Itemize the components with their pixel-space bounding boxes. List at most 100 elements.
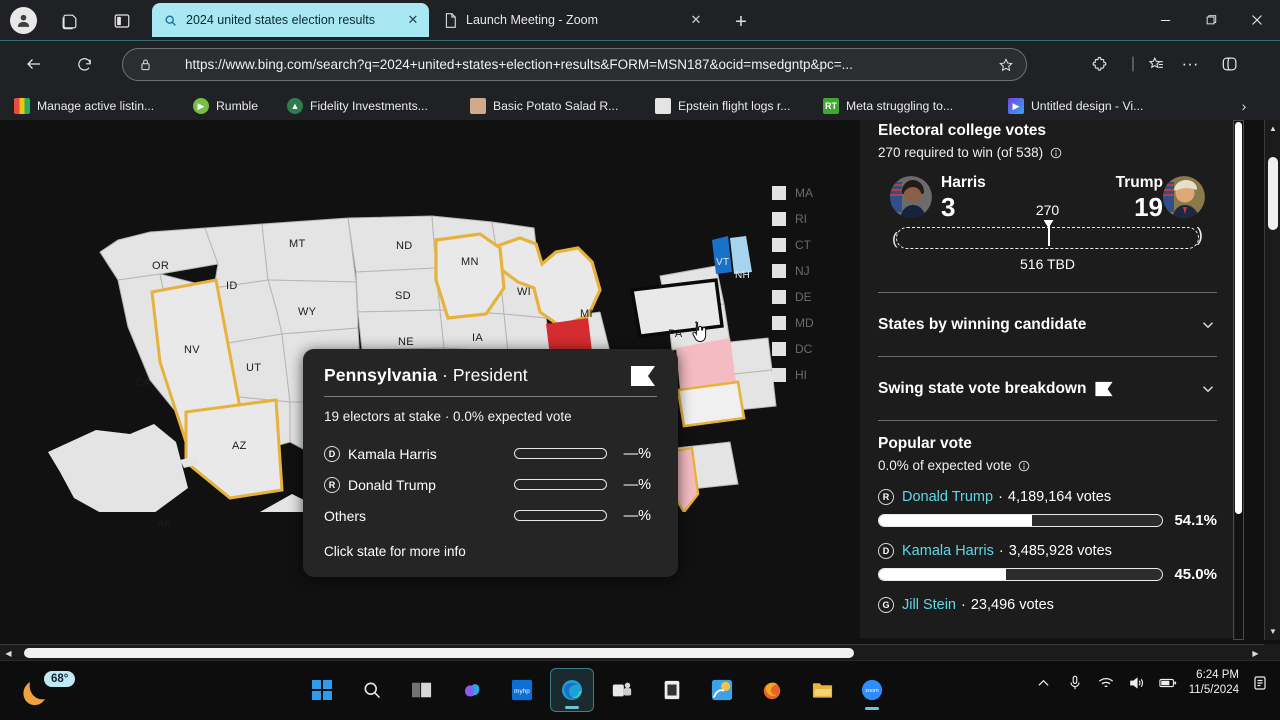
show-hidden-icons[interactable] (1034, 673, 1054, 693)
maximize-button[interactable] (1188, 0, 1234, 40)
bookmark-label: Manage active listin... (37, 99, 155, 113)
wifi-icon[interactable] (1096, 673, 1116, 693)
electoral-college-title: Electoral college votes (878, 122, 1046, 139)
popular-vote-title: Popular vote (878, 435, 972, 452)
mini-state-label: RI (795, 212, 807, 226)
close-button[interactable] (1234, 0, 1280, 40)
flag-icon (629, 365, 657, 387)
firefox-icon[interactable] (750, 668, 794, 712)
bookmark-label: Untitled design - Vi... (1031, 99, 1144, 113)
mini-state-ri[interactable]: RI (772, 206, 858, 232)
candidate-link[interactable]: Kamala Harris (902, 543, 994, 559)
workspaces-icon[interactable] (57, 9, 81, 33)
popular-vote-bar (878, 568, 1163, 581)
bookmark-0[interactable]: Manage active listin... (14, 92, 154, 120)
start-button[interactable] (300, 668, 344, 712)
tooltip-vote-bar (514, 448, 607, 459)
map-label-pa: PA (668, 328, 683, 340)
map-label-ca: CA (135, 377, 151, 389)
party-badge-d: D (324, 445, 340, 462)
candidate-link[interactable]: Jill Stein (902, 597, 956, 613)
tab-close-0[interactable]: ✕ (403, 10, 423, 30)
mini-state-de[interactable]: DE (772, 284, 858, 310)
tooltip-candidate-row: R Donald Trump —% (324, 469, 657, 500)
chevron-down-icon[interactable] (1199, 316, 1217, 334)
notifications-icon[interactable] (1250, 673, 1270, 693)
electoral-bar-cap-right: ) (1196, 225, 1203, 246)
browser-menu-icon[interactable]: ··· (1176, 50, 1204, 78)
scroll-down-arrow[interactable]: ▼ (1265, 623, 1280, 640)
back-button[interactable] (20, 50, 48, 78)
battery-icon[interactable] (1158, 673, 1178, 693)
address-bar[interactable]: https://www.bing.com/search?q=2024+unite… (122, 48, 1027, 81)
bookmark-4[interactable]: Epstein flight logs r... (655, 92, 790, 120)
search-icon[interactable] (350, 668, 394, 712)
accordion-states-by-winner[interactable]: States by winning candidate (878, 301, 1217, 348)
mini-state-label: DC (795, 342, 813, 356)
myhp-icon[interactable]: myhp (500, 668, 544, 712)
accordion-swing-state-breakdown[interactable]: Swing state vote breakdown (878, 365, 1217, 412)
page-horizontal-scrollbar[interactable]: ◀ ▶ (0, 644, 1264, 660)
mini-state-ct[interactable]: CT (772, 232, 858, 258)
tab-actions-icon[interactable] (110, 9, 134, 33)
minimize-button[interactable] (1142, 0, 1188, 40)
bookmark-6[interactable]: ▶ Untitled design - Vi... (1008, 92, 1143, 120)
printer-icon[interactable] (650, 668, 694, 712)
file-explorer-icon[interactable] (800, 668, 844, 712)
map-label-or: OR (152, 260, 170, 272)
mini-state-nj[interactable]: NJ (772, 258, 858, 284)
bookmark-2[interactable]: ▲ Fidelity Investments... (287, 92, 428, 120)
map-label-id: ID (226, 280, 238, 292)
tab-close-1[interactable]: ✕ (686, 10, 706, 30)
mini-state-ma[interactable]: MA (772, 180, 858, 206)
bookmarks-overflow-icon[interactable]: › (1234, 96, 1254, 116)
collections-icon[interactable] (1142, 50, 1170, 78)
popular-vote-subtitle: 0.0% of expected vote (878, 458, 1217, 475)
election-map-panel[interactable]: OR ID MT ND MN SD WY WI NV UT CA AZ IA N… (0, 120, 858, 638)
page-vertical-scrollbar[interactable]: ▲ ▼ (1264, 120, 1280, 640)
mini-state-hi[interactable]: HI (772, 362, 858, 388)
taskbar-clock[interactable]: 6:24 PM 11/5/2024 (1189, 668, 1239, 698)
edge-icon[interactable] (550, 668, 594, 712)
page-content: OR ID MT ND MN SD WY WI NV UT CA AZ IA N… (0, 120, 1280, 660)
scroll-up-arrow[interactable]: ▲ (1265, 120, 1280, 137)
tooltip-header: Pennsylvania · President (324, 365, 657, 387)
tab-0[interactable]: 2024 united states election results ✕ (152, 3, 429, 37)
bookmark-1[interactable]: ▶ Rumble (193, 92, 258, 120)
mini-state-list[interactable]: MA RI CT NJ DE MD DC HI (772, 180, 858, 388)
horizontal-scroll-thumb[interactable] (24, 648, 854, 658)
maps-icon[interactable] (700, 668, 744, 712)
tab-1[interactable]: Launch Meeting - Zoom ✕ (432, 3, 712, 37)
mini-state-md[interactable]: MD (772, 310, 858, 336)
info-icon[interactable] (1018, 460, 1030, 475)
copilot-sidebar-icon[interactable] (1216, 50, 1244, 78)
new-tab-button[interactable]: + (728, 9, 754, 35)
zoom-icon[interactable]: zoom (850, 668, 894, 712)
bookmark-5[interactable]: RT Meta struggling to... (823, 92, 953, 120)
rail-scrollbar-thumb[interactable] (1235, 122, 1242, 514)
reload-button[interactable] (70, 50, 98, 78)
copilot-icon[interactable] (450, 668, 494, 712)
bookmark-3[interactable]: Basic Potato Salad R... (470, 92, 618, 120)
popular-vote-candidate[interactable]: R Donald Trump · 4,189,164 votes (878, 489, 1217, 505)
task-view-icon[interactable] (400, 668, 444, 712)
teams-icon[interactable] (600, 668, 644, 712)
info-icon[interactable] (1050, 147, 1062, 162)
volume-icon[interactable] (1127, 673, 1147, 693)
party-badge-g: G (878, 597, 894, 613)
bookmark-star-icon[interactable] (994, 57, 1018, 73)
extensions-icon[interactable] (1085, 50, 1113, 78)
party-badge-r: R (878, 489, 894, 505)
chevron-down-icon[interactable] (1199, 380, 1217, 398)
scroll-right-arrow[interactable]: ▶ (1247, 645, 1264, 661)
profile-avatar[interactable] (10, 7, 37, 34)
candidate-link[interactable]: Donald Trump (902, 489, 993, 505)
microphone-icon[interactable] (1065, 673, 1085, 693)
popular-vote-candidate[interactable]: G Jill Stein · 23,496 votes (878, 597, 1217, 613)
popular-vote-candidate[interactable]: D Kamala Harris · 3,485,928 votes (878, 543, 1217, 559)
weather-widget[interactable]: 68° (18, 668, 92, 712)
mini-state-dc[interactable]: DC (772, 336, 858, 362)
scroll-left-arrow[interactable]: ◀ (0, 645, 17, 661)
vertical-scroll-thumb[interactable] (1268, 157, 1278, 230)
electoral-college-subtitle: 270 required to win (of 538) (878, 145, 1217, 162)
